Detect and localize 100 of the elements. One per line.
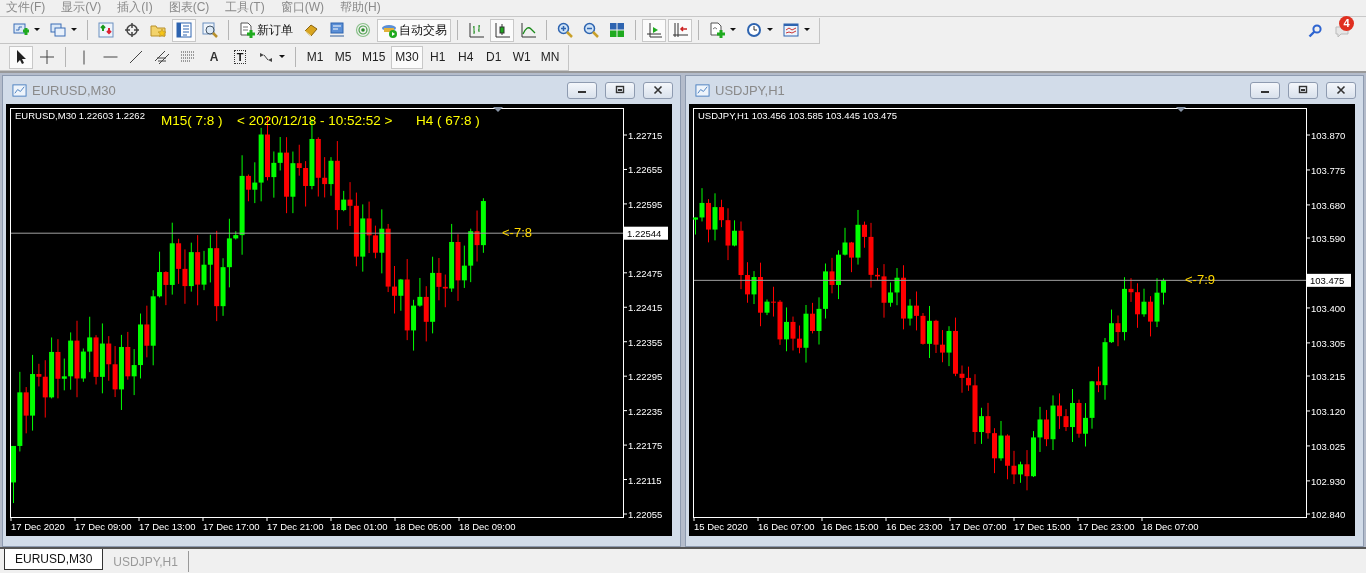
price-tick: 103.305 (1311, 337, 1346, 349)
chart-window-icon (695, 82, 710, 98)
price-tick: 1.22115 (628, 474, 662, 486)
toolbar-button[interactable] (9, 45, 33, 69)
time-tick: 18 Dec 09:00 (459, 521, 516, 532)
toolbar-button[interactable]: A (202, 45, 226, 69)
window-title: EURUSD,M30 (32, 82, 116, 98)
time-tick: 16 Dec 23:00 (886, 521, 943, 532)
time-tick: 18 Dec 01:00 (331, 521, 388, 532)
caret-icon (34, 28, 40, 32)
list-window-icon (176, 22, 192, 38)
restore-icon (615, 85, 625, 95)
price-tick: 103.590 (1311, 233, 1346, 245)
time-tick: 16 Dec 07:00 (758, 521, 815, 532)
restore-button[interactable] (1288, 81, 1318, 99)
price-tick: 1.22475 (628, 267, 663, 279)
book-icon (303, 22, 319, 38)
restore-icon (1298, 85, 1308, 95)
signal-icon (355, 22, 371, 38)
price-tick: 1.22355 (628, 336, 663, 348)
timeframe-button[interactable]: M30 (391, 45, 423, 69)
bar-time-label: <-7:8 (502, 225, 532, 241)
channel-icon (154, 49, 170, 65)
clock-icon (746, 22, 762, 38)
timeframe-button[interactable]: H1 (424, 45, 451, 69)
document-plus-icon (239, 22, 255, 38)
toolbar-button[interactable]: T (228, 45, 252, 69)
timeframe-button[interactable]: M1 (302, 45, 328, 69)
grid-icon (609, 22, 625, 38)
shift-marker (493, 107, 503, 112)
folder-star-icon (150, 22, 166, 38)
time-tick: 17 Dec 2020 (11, 521, 65, 532)
line-chart-icon (520, 22, 536, 38)
timeframe-button[interactable]: H4 (452, 45, 479, 69)
zoom-out-icon (583, 22, 599, 38)
time-tick: 17 Dec 23:00 (1078, 521, 1135, 532)
timeframe-button[interactable]: W1 (508, 45, 535, 69)
close-button[interactable] (643, 81, 673, 99)
overlay-text: H4 ( 67:8 ) (416, 113, 480, 128)
overlay-text: M15( 7:8 ) (161, 113, 223, 128)
caret-icon (279, 55, 285, 59)
time-tick: 17 Dec 07:00 (950, 521, 1007, 532)
chart-tab[interactable]: EURUSD,M30 (4, 549, 104, 570)
price-tick: 1.22415 (628, 302, 663, 314)
price-tick: 103.215 (1311, 371, 1346, 382)
minimize-button[interactable] (1250, 81, 1280, 99)
price-tick: 103.120 (1311, 405, 1346, 417)
magnifier-chart-icon (202, 22, 218, 38)
timeframe-button[interactable]: M5 (330, 45, 356, 69)
crosshair-icon (39, 49, 55, 65)
vertical-line-icon (83, 49, 85, 65)
axis-marker-icon (672, 22, 688, 38)
close-button[interactable] (1326, 81, 1356, 99)
caret-icon (767, 28, 773, 32)
restore-button[interactable] (605, 81, 635, 99)
caret-icon (730, 28, 736, 32)
price-tick: 103.680 (1311, 199, 1346, 211)
price-tick: 1.22235 (628, 405, 663, 417)
caret-icon (804, 28, 810, 32)
close-icon (653, 85, 663, 95)
timeframe-button[interactable]: M15 (358, 45, 390, 69)
time-tick: 17 Dec 17:00 (203, 521, 260, 532)
chart-window-icon (783, 22, 799, 38)
time-tick: 17 Dec 21:00 (267, 521, 324, 532)
minimize-button[interactable] (567, 81, 597, 99)
time-tick: 18 Dec 07:00 (1142, 521, 1199, 532)
chart-window-icon (12, 82, 27, 98)
price-tick: 1.22055 (628, 509, 663, 520)
toolbar-button[interactable]: 自动交易 (377, 18, 451, 42)
trend-line-icon (128, 49, 144, 65)
play-icon (381, 22, 397, 38)
timeframe-button[interactable]: MN (536, 45, 564, 69)
window-title: USDJPY,H1 (715, 82, 785, 98)
close-icon (1336, 85, 1346, 95)
price-tick: 103.870 (1311, 130, 1346, 141)
time-tick: 17 Dec 13:00 (139, 521, 196, 532)
bar-chart-icon (468, 22, 484, 38)
monitor-icon (329, 22, 345, 38)
chart-plus-icon (13, 22, 29, 38)
dotted-lines-icon (180, 49, 196, 65)
symbol-info: EURUSD,M30 1.22603 1.2262 (15, 110, 145, 121)
time-tick: 18 Dec 05:00 (395, 521, 452, 532)
horizontal-line-icon (102, 56, 118, 58)
search-icon[interactable] (1308, 23, 1322, 38)
axis-play-icon (646, 22, 662, 38)
timeframe-button[interactable]: D1 (480, 45, 507, 69)
time-tick: 17 Dec 09:00 (75, 521, 132, 532)
shift-marker (1176, 107, 1186, 112)
price-tick: 103.400 (1311, 302, 1346, 314)
price-tick: 1.22595 (628, 198, 663, 210)
bar-time-label: <-7:9 (1185, 272, 1215, 288)
crosshair-icon (124, 22, 140, 38)
symbol-info: USDJPY,H1 103.456 103.585 103.445 103.475 (698, 110, 897, 121)
price-tick: 103.025 (1311, 440, 1346, 452)
zoom-in-icon (557, 22, 573, 38)
toolbar-button[interactable]: 新订单 (235, 18, 297, 42)
time-tick: 17 Dec 15:00 (1014, 521, 1071, 532)
price-tick: 1.22655 (628, 164, 663, 176)
toolbar-button[interactable] (490, 18, 514, 42)
price-tick: 1.22715 (628, 130, 663, 141)
